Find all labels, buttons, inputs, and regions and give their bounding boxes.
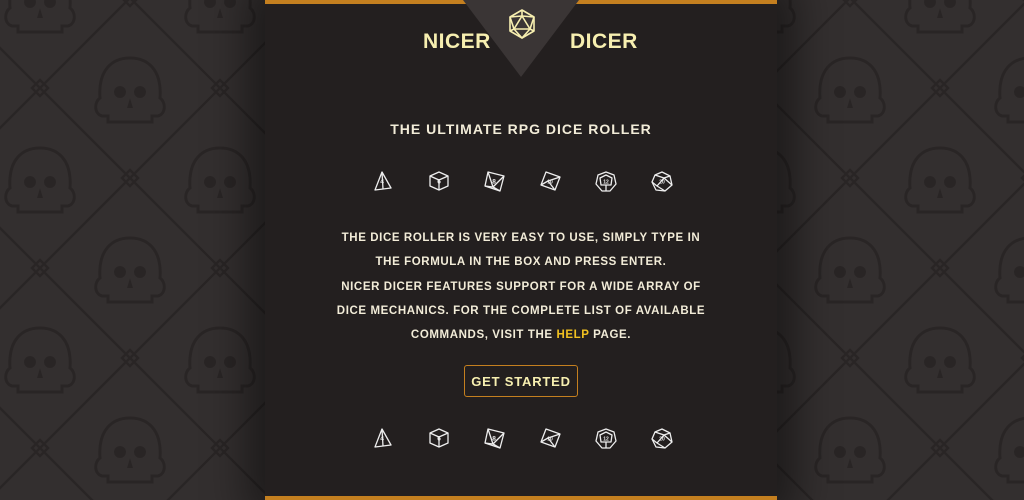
d20-icon: 20 [651, 428, 673, 449]
svg-text:6: 6 [437, 436, 441, 443]
dice-row-bottom: 4 6 8 10 12 20 [265, 425, 777, 451]
d20-logo-icon[interactable] [507, 8, 537, 40]
description-line: THE FORMULA IN THE BOX AND PRESS ENTER. [375, 256, 667, 269]
brand-nicer: NICER [423, 30, 491, 53]
get-started-button[interactable]: GET STARTED [464, 365, 578, 397]
help-link[interactable]: HELP [556, 329, 589, 341]
d4-icon: 4 [374, 171, 392, 191]
description-line: COMMANDS, VISIT THE HELP PAGE. [265, 323, 777, 347]
description-line: DICE MECHANICS. FOR THE COMPLETE LIST OF… [336, 304, 706, 317]
svg-text:12: 12 [603, 437, 609, 443]
main-panel: NICER DICER THE ULTIMATE RPG DICE ROLLER… [265, 0, 777, 500]
svg-text:10: 10 [547, 180, 553, 186]
svg-text:12: 12 [603, 180, 609, 186]
d6-icon: 6 [429, 428, 449, 448]
d12-icon: 12 [595, 171, 617, 192]
d12-icon: 12 [595, 428, 617, 449]
dice-row-top: 4 6 8 10 12 20 [265, 168, 777, 194]
d6-icon: 6 [429, 171, 449, 191]
svg-text:10: 10 [547, 437, 553, 443]
tagline: THE ULTIMATE RPG DICE ROLLER [390, 121, 652, 137]
d10-icon: 10 [540, 171, 561, 191]
svg-text:6: 6 [437, 179, 441, 186]
description-text: COMMANDS, VISIT THE [410, 329, 557, 342]
panel-bottom-border [265, 496, 777, 500]
description: THE DICE ROLLER IS VERY EASY TO USE, SIM… [265, 226, 777, 347]
d20-icon: 20 [651, 171, 673, 192]
svg-text:8: 8 [492, 436, 496, 443]
svg-text:20: 20 [659, 437, 665, 443]
d10-icon: 10 [540, 428, 561, 448]
description-line: NICER DICER FEATURES SUPPORT FOR A WIDE … [341, 280, 701, 293]
d4-icon: 4 [374, 428, 392, 448]
svg-text:4: 4 [380, 436, 384, 443]
svg-text:4: 4 [380, 179, 384, 186]
d8-icon: 8 [484, 428, 505, 449]
svg-text:8: 8 [492, 179, 496, 186]
d8-icon: 8 [484, 171, 505, 192]
description-text: PAGE. [589, 329, 632, 342]
brand-dicer: DICER [570, 30, 638, 53]
description-line: THE DICE ROLLER IS VERY EASY TO USE, SIM… [341, 232, 701, 244]
svg-text:20: 20 [659, 180, 665, 186]
